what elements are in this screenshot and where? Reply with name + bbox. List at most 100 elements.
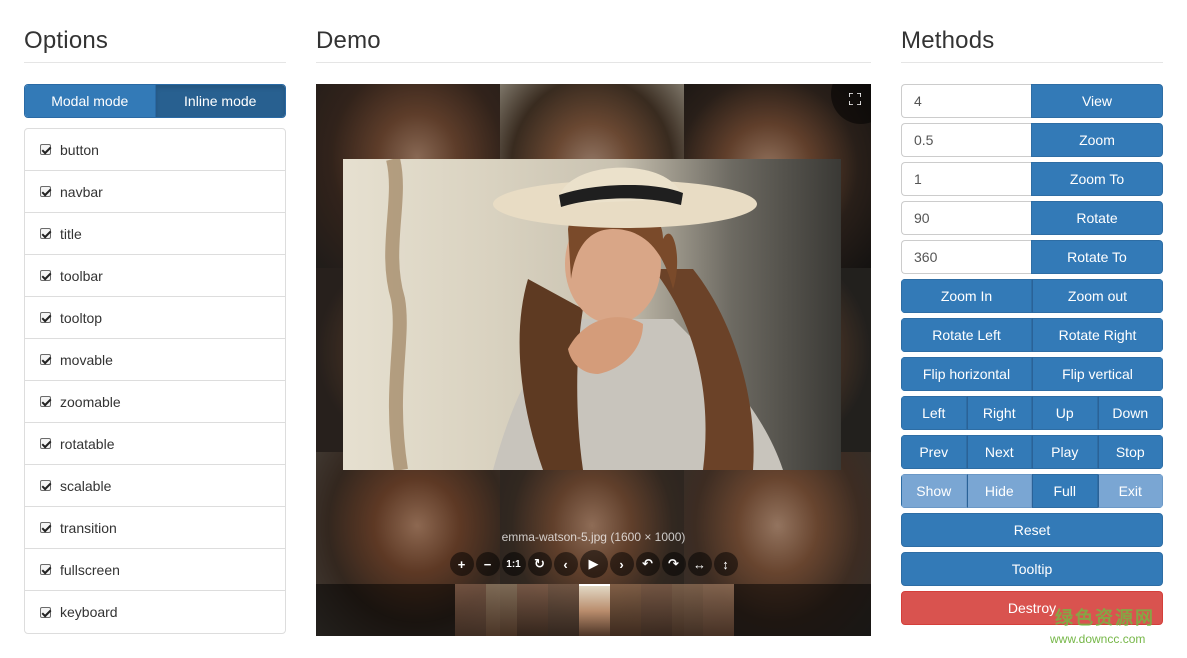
image-viewer[interactable]: emma-watson-5.jpg (1600 × 1000) + − 1:1 … <box>316 84 871 636</box>
option-transition[interactable]: transition <box>25 507 285 549</box>
thumbnail[interactable] <box>455 584 486 636</box>
move-up-button[interactable]: Up <box>1032 396 1098 430</box>
checkbox-icon[interactable] <box>40 606 51 618</box>
thumbnail[interactable] <box>703 584 734 636</box>
checkbox-icon[interactable] <box>40 270 51 281</box>
zoom-to-button[interactable]: Zoom To <box>1031 162 1163 196</box>
zoom-ratio-input[interactable] <box>901 123 1031 157</box>
option-button[interactable]: button <box>25 129 285 171</box>
move-button-group: Left Right Up Down <box>901 396 1163 430</box>
zoom-to-row: Zoom To <box>901 162 1163 196</box>
tooltip-row: Tooltip <box>901 552 1163 586</box>
thumbnail[interactable] <box>486 584 517 636</box>
show-button[interactable]: Show <box>901 474 967 508</box>
option-fullscreen[interactable]: fullscreen <box>25 549 285 591</box>
rotate-to-button[interactable]: Rotate To <box>1031 240 1163 274</box>
option-title[interactable]: title <box>25 213 285 255</box>
modal-mode-button[interactable]: Modal mode <box>25 85 156 117</box>
play-button[interactable]: Play <box>1032 435 1098 469</box>
zoom-button[interactable]: Zoom <box>1031 123 1163 157</box>
prev-icon[interactable]: ‹ <box>553 552 578 576</box>
option-scalable[interactable]: scalable <box>25 465 285 507</box>
zoom-row: Zoom <box>901 123 1163 157</box>
checkbox-icon[interactable] <box>40 564 51 575</box>
option-toolbar[interactable]: toolbar <box>25 255 285 297</box>
methods-divider <box>901 62 1163 63</box>
one-to-one-icon[interactable]: 1:1 <box>501 552 526 576</box>
checkbox-icon[interactable] <box>40 480 51 491</box>
option-movable[interactable]: movable <box>25 339 285 381</box>
flip-vertical-button[interactable]: Flip vertical <box>1032 357 1163 391</box>
thumbnail[interactable] <box>548 584 579 636</box>
flip-horizontal-icon[interactable]: ↔ <box>687 552 712 576</box>
thumbnail[interactable] <box>641 584 672 636</box>
next-button[interactable]: Next <box>966 435 1032 469</box>
move-down-button[interactable]: Down <box>1097 396 1163 430</box>
option-label: movable <box>60 351 113 368</box>
checkbox-icon[interactable] <box>40 396 51 407</box>
next-icon[interactable]: › <box>609 552 634 576</box>
option-label: keyboard <box>60 604 118 620</box>
move-left-button[interactable]: Left <box>901 396 967 430</box>
prev-button[interactable]: Prev <box>901 435 967 469</box>
move-right-button[interactable]: Right <box>966 396 1032 430</box>
inline-mode-button[interactable]: Inline mode <box>155 85 285 117</box>
hide-button[interactable]: Hide <box>966 474 1032 508</box>
view-button[interactable]: View <box>1031 84 1163 118</box>
options-divider <box>24 62 286 63</box>
thumbnail[interactable] <box>610 584 641 636</box>
checkbox-icon[interactable] <box>40 522 51 533</box>
rotate-to-input[interactable] <box>901 240 1031 274</box>
rotate-button-group: Rotate Left Rotate Right <box>901 318 1163 352</box>
thumbnail-navbar <box>316 584 871 636</box>
rotate-right-button[interactable]: Rotate Right <box>1032 318 1163 352</box>
checkbox-icon[interactable] <box>40 186 51 197</box>
zoom-in-button[interactable]: Zoom In <box>901 279 1032 313</box>
watermark-url: www.downcc.com <box>1050 632 1146 646</box>
zoom-out-icon[interactable]: − <box>475 552 500 576</box>
checkbox-icon[interactable] <box>40 228 51 239</box>
zoom-in-icon[interactable]: + <box>449 552 474 576</box>
rotate-left-button[interactable]: Rotate Left <box>901 318 1032 352</box>
mode-toggle-group: Modal mode Inline mode <box>24 84 286 118</box>
flip-button-group: Flip horizontal Flip vertical <box>901 357 1163 391</box>
zoom-to-input[interactable] <box>901 162 1031 196</box>
fullscreen-icon <box>849 93 861 105</box>
option-keyboard[interactable]: keyboard <box>25 591 285 633</box>
viewer-toolbar: + − 1:1 ↻ ‹ ▶ › ↶ ↷ ↔ ↕ <box>316 550 871 578</box>
rotate-left-icon[interactable]: ↶ <box>635 552 660 576</box>
play-button-group: Prev Next Play Stop <box>901 435 1163 469</box>
thumbnail[interactable] <box>517 584 548 636</box>
flip-horizontal-button[interactable]: Flip horizontal <box>901 357 1032 391</box>
option-zoomable[interactable]: zoomable <box>25 381 285 423</box>
thumbnail[interactable] <box>672 584 703 636</box>
full-button[interactable]: Full <box>1032 474 1098 508</box>
checkbox-icon[interactable] <box>40 144 51 155</box>
exit-button[interactable]: Exit <box>1097 474 1163 508</box>
flip-vertical-icon[interactable]: ↕ <box>713 552 738 576</box>
checkbox-icon[interactable] <box>40 354 51 365</box>
image-title: emma-watson-5.jpg (1600 × 1000) <box>501 530 686 544</box>
rotate-button[interactable]: Rotate <box>1031 201 1163 235</box>
zoom-button-group: Zoom In Zoom out <box>901 279 1163 313</box>
play-icon[interactable]: ▶ <box>579 550 608 578</box>
viewed-image[interactable] <box>343 159 841 470</box>
view-index-input[interactable] <box>901 84 1031 118</box>
option-navbar[interactable]: navbar <box>25 171 285 213</box>
option-label: rotatable <box>60 435 115 452</box>
stop-button[interactable]: Stop <box>1097 435 1163 469</box>
tooltip-button[interactable]: Tooltip <box>901 552 1163 586</box>
rotate-right-icon[interactable]: ↷ <box>661 552 686 576</box>
checkbox-icon[interactable] <box>40 438 51 449</box>
thumbnail-active[interactable] <box>579 584 610 636</box>
rotate-to-row: Rotate To <box>901 240 1163 274</box>
option-rotatable[interactable]: rotatable <box>25 423 285 465</box>
reset-row: Reset <box>901 513 1163 547</box>
option-tooltop[interactable]: tooltop <box>25 297 285 339</box>
option-label: scalable <box>60 477 112 494</box>
rotate-degree-input[interactable] <box>901 201 1031 235</box>
checkbox-icon[interactable] <box>40 312 51 323</box>
reset-button[interactable]: Reset <box>901 513 1163 547</box>
zoom-out-button[interactable]: Zoom out <box>1032 279 1163 313</box>
reset-icon[interactable]: ↻ <box>527 552 552 576</box>
